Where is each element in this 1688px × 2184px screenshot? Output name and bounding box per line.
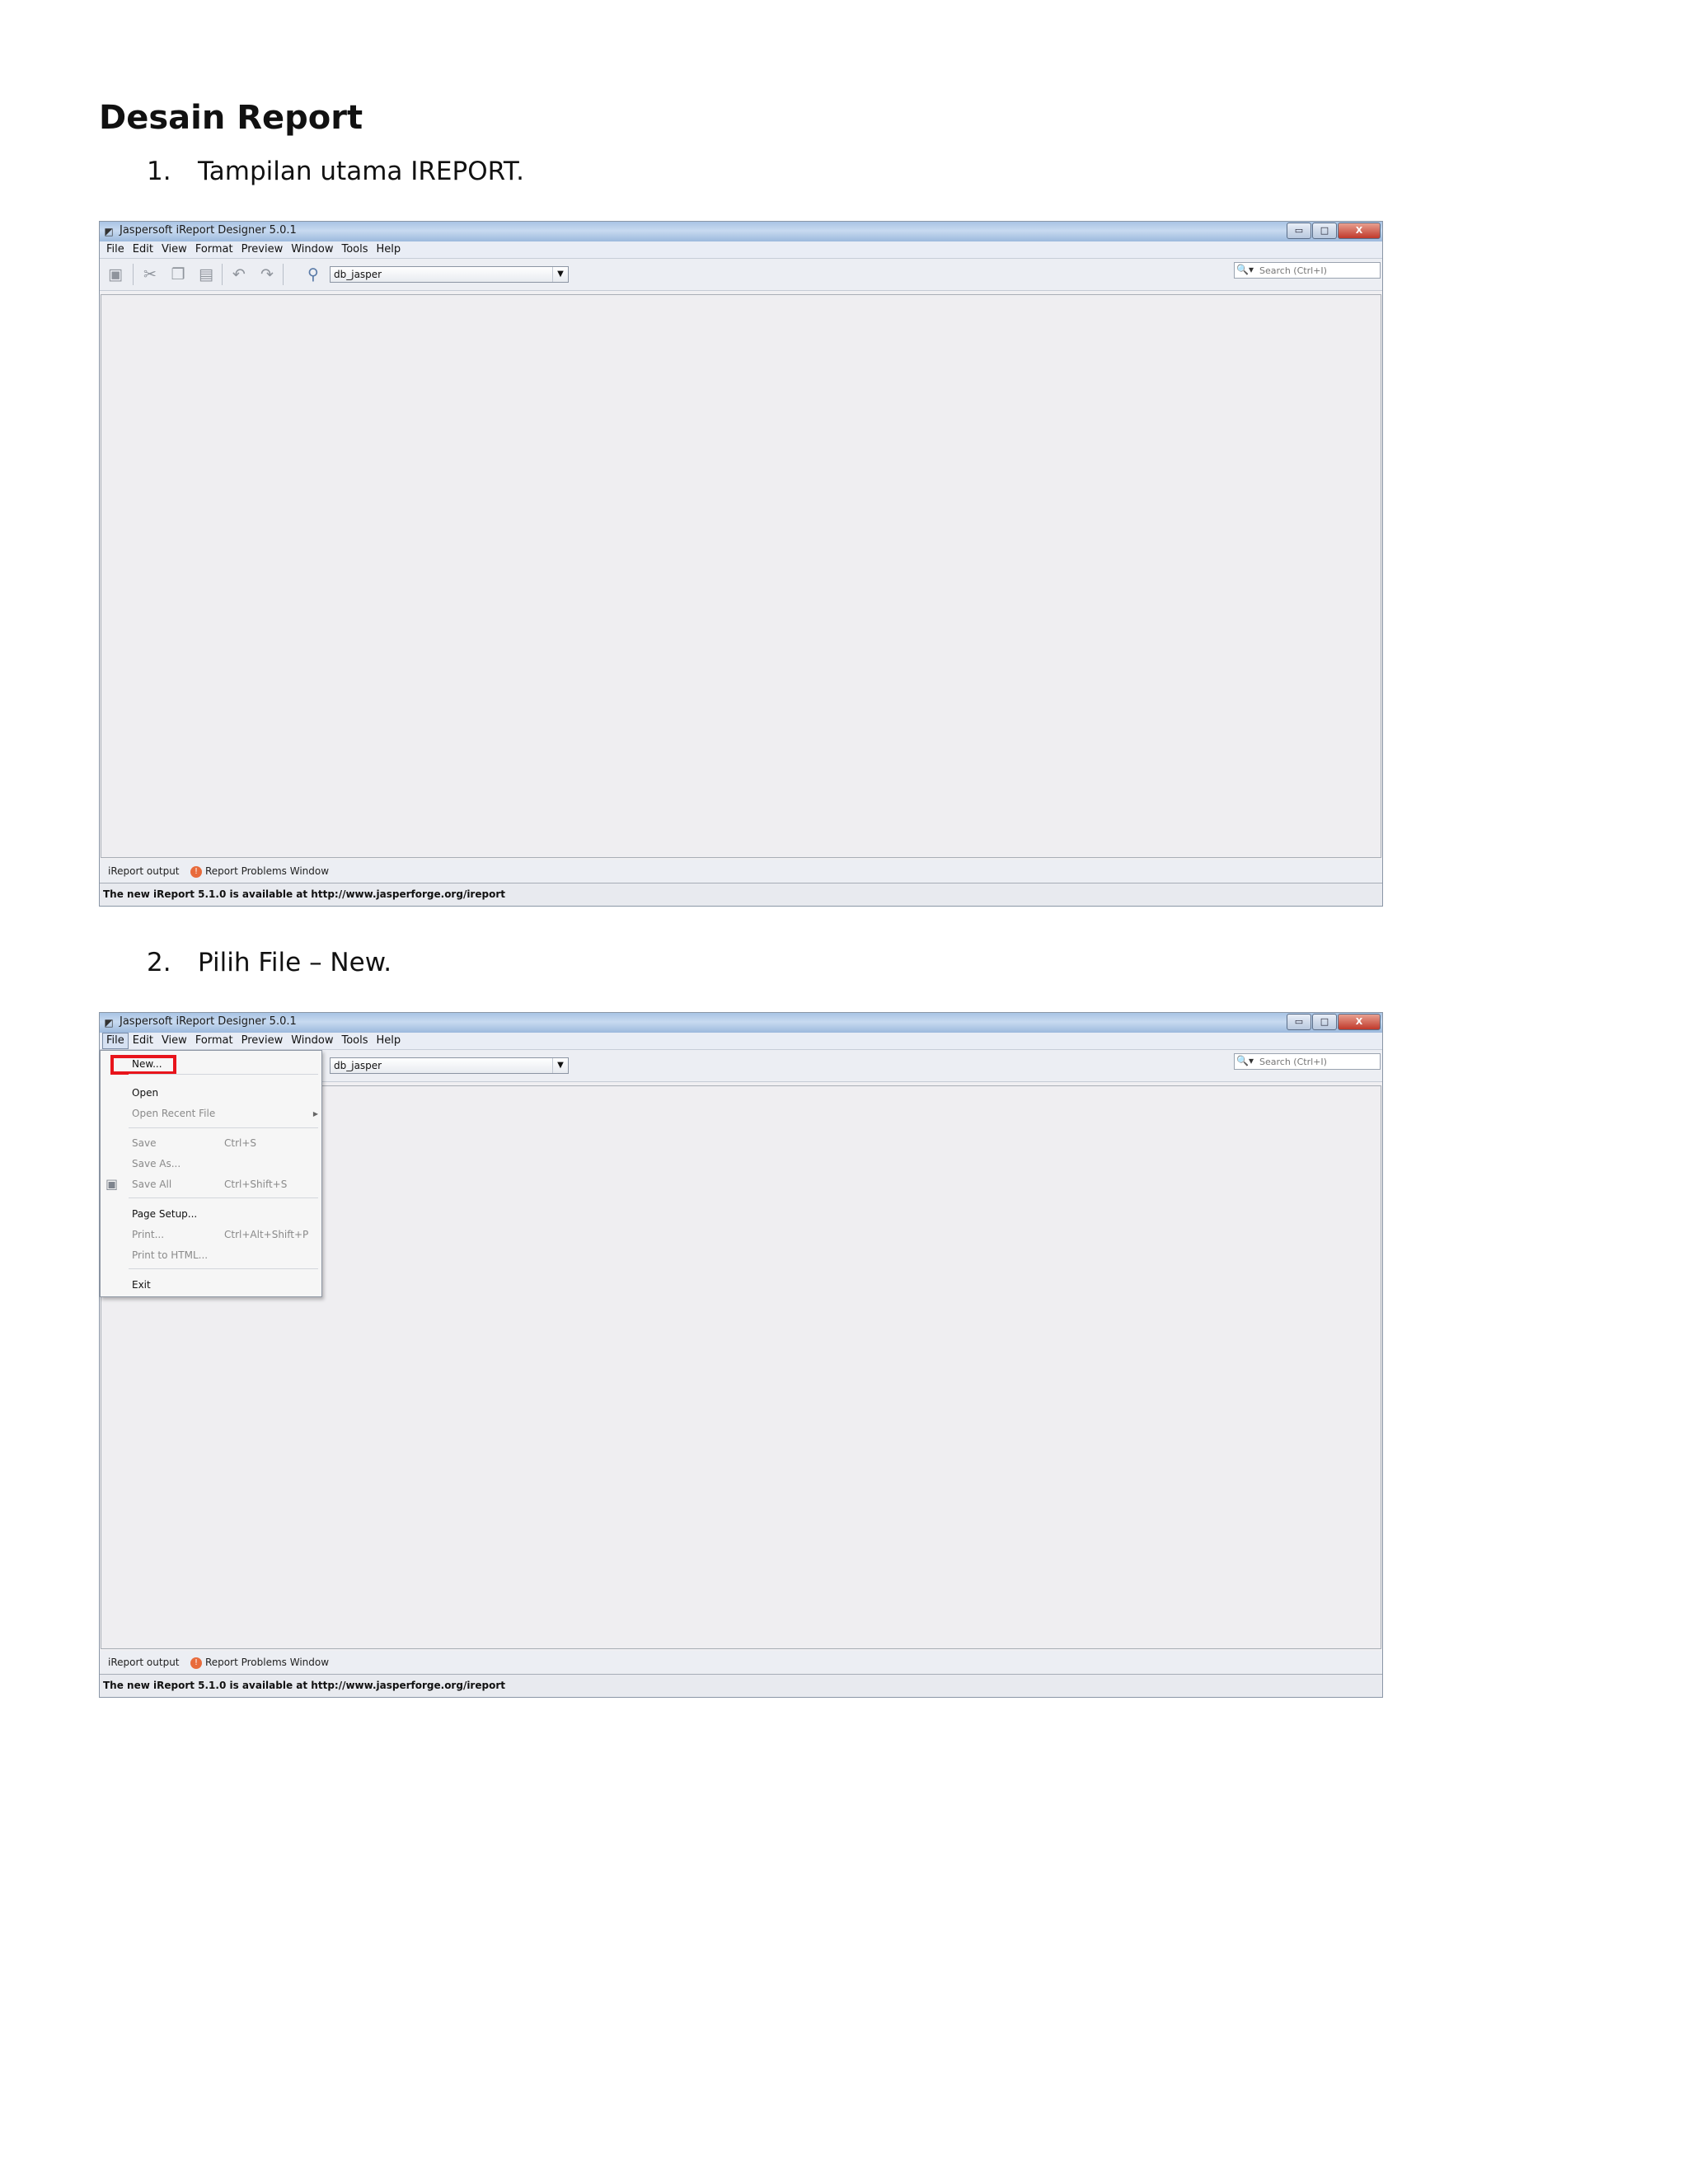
menu-bar: File Edit View Format Preview Window Too… xyxy=(100,1033,1382,1050)
save-all-icon: ▣ xyxy=(106,1176,119,1192)
window-title: Jaspersoft iReport Designer 5.0.1 xyxy=(120,1015,297,1028)
save-shortcut: Ctrl+S xyxy=(224,1137,257,1149)
toolbar-separator xyxy=(133,264,134,285)
menu-separator xyxy=(129,1197,318,1198)
window-title: Jaspersoft iReport Designer 5.0.1 xyxy=(120,224,297,237)
chevron-right-icon: ▶ xyxy=(312,1110,318,1118)
search-input[interactable]: 🔍▾ Search (Ctrl+I) xyxy=(1234,1053,1381,1070)
menu-separator xyxy=(129,1127,318,1128)
tab-report-problems[interactable]: ! Report Problems Window xyxy=(190,1657,329,1669)
minimize-button[interactable]: ▭ xyxy=(1287,1014,1311,1030)
tab-label: Report Problems Window xyxy=(205,1657,330,1668)
title-bar: ◩ Jaspersoft iReport Designer 5.0.1 ▭ □ … xyxy=(100,1013,1382,1033)
menu-window[interactable]: Window xyxy=(287,1033,337,1048)
file-menu-save-as[interactable]: Save As... xyxy=(132,1158,181,1169)
menu-help[interactable]: Help xyxy=(373,242,406,257)
file-menu-save[interactable]: Save xyxy=(132,1137,156,1149)
step-number: 2. xyxy=(147,948,171,977)
app-icon: ◩ xyxy=(104,226,114,237)
print-shortcut: Ctrl+Alt+Shift+P xyxy=(224,1229,309,1240)
warning-icon: ! xyxy=(190,865,202,878)
window-controls: ▭ □ X xyxy=(1287,1014,1381,1030)
menu-format[interactable]: Format xyxy=(191,242,237,257)
datasource-select[interactable]: db_jasper ▼ xyxy=(330,266,569,283)
menu-preview[interactable]: Preview xyxy=(237,1033,288,1048)
menu-bar: File Edit View Format Preview Window Too… xyxy=(100,241,1382,259)
menu-help[interactable]: Help xyxy=(373,1033,406,1048)
menu-file[interactable]: File xyxy=(102,242,129,257)
search-placeholder: Search (Ctrl+I) xyxy=(1259,1057,1327,1067)
close-button[interactable]: X xyxy=(1338,223,1381,239)
menu-preview[interactable]: Preview xyxy=(237,242,288,257)
menu-file[interactable]: File xyxy=(102,1033,129,1049)
search-placeholder: Search (Ctrl+I) xyxy=(1259,265,1327,276)
step-number: 1. xyxy=(147,157,171,186)
page-title: Desain Report xyxy=(99,99,363,137)
paste-icon[interactable]: ▤ xyxy=(197,265,215,284)
file-menu-save-all[interactable]: Save All xyxy=(132,1179,171,1190)
window-controls: ▭ □ X xyxy=(1287,223,1381,239)
tab-report-problems[interactable]: ! Report Problems Window xyxy=(190,865,329,878)
output-tabs: iReport output ! Report Problems Window xyxy=(100,860,1382,883)
maximize-button[interactable]: □ xyxy=(1312,1014,1337,1030)
file-menu-dropdown: New... Open Open Recent File ▶ Save Ctrl… xyxy=(100,1050,322,1297)
menu-view[interactable]: View xyxy=(157,1033,191,1048)
datasource-icon[interactable]: ⚲ xyxy=(304,265,322,284)
search-icon: 🔍▾ xyxy=(1236,264,1254,275)
menu-window[interactable]: Window xyxy=(287,242,337,257)
save-all-icon[interactable]: ▣ xyxy=(106,265,124,284)
menu-edit[interactable]: Edit xyxy=(129,242,157,257)
menu-tools[interactable]: Tools xyxy=(338,242,373,257)
minimize-button[interactable]: ▭ xyxy=(1287,223,1311,239)
toolbar-separator xyxy=(222,264,223,285)
chevron-down-icon[interactable]: ▼ xyxy=(552,267,568,282)
editor-workspace[interactable] xyxy=(101,294,1381,858)
cut-icon[interactable]: ✂ xyxy=(141,265,159,284)
menu-edit[interactable]: Edit xyxy=(129,1033,157,1048)
warning-icon: ! xyxy=(190,1657,202,1669)
tab-ireport-output[interactable]: iReport output xyxy=(108,865,180,877)
close-button[interactable]: X xyxy=(1338,1014,1381,1030)
tab-label: Report Problems Window xyxy=(205,865,330,877)
output-tabs: iReport output ! Report Problems Window xyxy=(100,1651,1382,1675)
step-1: 1. Tampilan utama IREPORT. xyxy=(147,157,524,186)
status-bar: The new iReport 5.1.0 is available at ht… xyxy=(100,1675,1382,1697)
redo-icon[interactable]: ↷ xyxy=(258,265,276,284)
step-2: 2. Pilih File – New. xyxy=(147,948,392,977)
toolbar: ▣ ✂ ❐ ▤ ↶ ↷ ⚲ db_jasper ▼ 🔍▾ Search (Ctr… xyxy=(100,259,1382,291)
ireport-window-main: ◩ Jaspersoft iReport Designer 5.0.1 ▭ □ … xyxy=(99,221,1383,907)
step-text: Tampilan utama IREPORT. xyxy=(198,157,525,186)
file-menu-page-setup[interactable]: Page Setup... xyxy=(132,1208,197,1220)
datasource-select[interactable]: db_jasper ▼ xyxy=(330,1057,569,1074)
title-bar: ◩ Jaspersoft iReport Designer 5.0.1 ▭ □ … xyxy=(100,222,1382,241)
menu-view[interactable]: View xyxy=(157,242,191,257)
maximize-button[interactable]: □ xyxy=(1312,223,1337,239)
app-icon: ◩ xyxy=(104,1017,114,1029)
datasource-value: db_jasper xyxy=(334,1060,382,1071)
tab-ireport-output[interactable]: iReport output xyxy=(108,1657,180,1668)
search-icon: 🔍▾ xyxy=(1236,1055,1254,1066)
menu-separator xyxy=(129,1074,318,1075)
ireport-window-file-menu: ◩ Jaspersoft iReport Designer 5.0.1 ▭ □ … xyxy=(99,1012,1383,1698)
copy-icon[interactable]: ❐ xyxy=(169,265,187,284)
menu-separator xyxy=(129,1268,318,1269)
step-text: Pilih File – New. xyxy=(198,948,392,977)
datasource-value: db_jasper xyxy=(334,269,382,280)
search-input[interactable]: 🔍▾ Search (Ctrl+I) xyxy=(1234,262,1381,279)
file-menu-open[interactable]: Open xyxy=(132,1087,158,1099)
toolbar-separator xyxy=(283,264,284,285)
status-bar: The new iReport 5.1.0 is available at ht… xyxy=(100,883,1382,906)
file-menu-print[interactable]: Print... xyxy=(132,1229,164,1240)
chevron-down-icon[interactable]: ▼ xyxy=(552,1058,568,1073)
undo-icon[interactable]: ↶ xyxy=(230,265,248,284)
file-menu-open-recent[interactable]: Open Recent File xyxy=(132,1108,215,1119)
menu-format[interactable]: Format xyxy=(191,1033,237,1048)
save-all-shortcut: Ctrl+Shift+S xyxy=(224,1179,288,1190)
file-menu-exit[interactable]: Exit xyxy=(132,1279,151,1291)
file-menu-new[interactable]: New... xyxy=(132,1058,162,1070)
menu-tools[interactable]: Tools xyxy=(338,1033,373,1048)
file-menu-print-html[interactable]: Print to HTML... xyxy=(132,1249,208,1261)
